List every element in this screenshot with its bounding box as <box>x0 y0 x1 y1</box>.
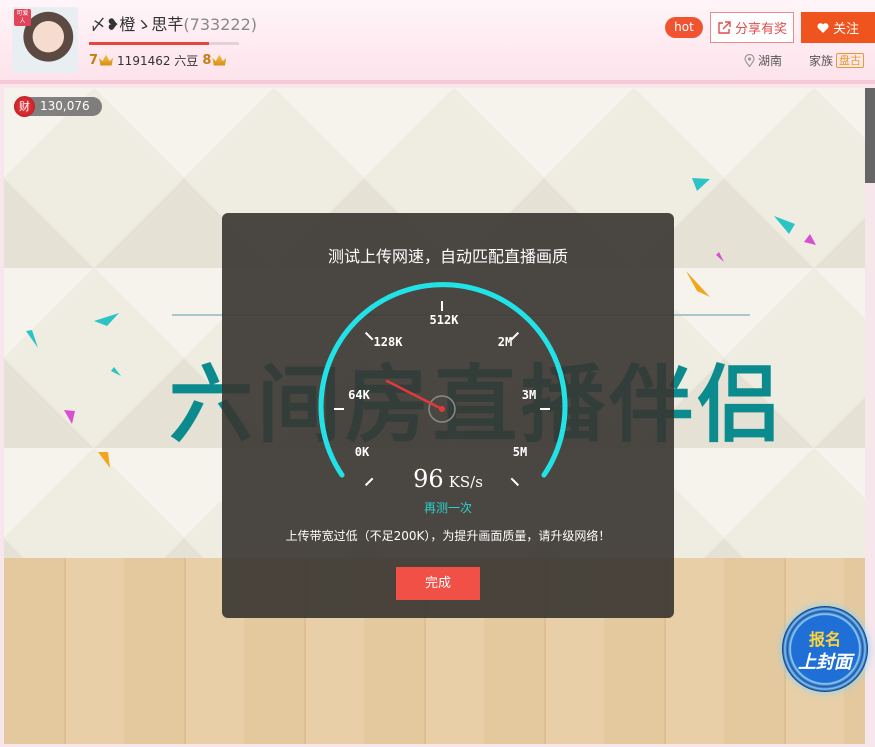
follow-button[interactable]: 关注 <box>801 12 875 43</box>
speed-test-dialog: 测试上传网速，自动匹配直播画质 0K 64K 128K 512K 2M 3M 5… <box>222 213 674 618</box>
anchor-location: 湖南 <box>744 52 782 69</box>
anchor-name[interactable]: 〆❥橙ゝ思芊(733222) <box>90 11 257 35</box>
level-progress-fill <box>89 42 209 45</box>
anchor-nickname: 〆❥橙ゝ思芊 <box>90 15 184 34</box>
share-icon <box>718 20 731 34</box>
gauge-label-5m: 5M <box>513 445 527 459</box>
level-progress-bar <box>89 42 239 45</box>
gauge-label-64k: 64K <box>348 388 370 402</box>
retest-link[interactable]: 再测一次 <box>222 499 674 516</box>
cover-badge-line2: 上封面 <box>798 652 852 673</box>
gauge-label-0k: 0K <box>355 445 370 459</box>
done-button[interactable]: 完成 <box>396 567 480 600</box>
gauge-needle-pivot <box>439 406 445 412</box>
gauge-label-512k: 512K <box>430 313 460 327</box>
beans-count: 1191462 六豆 <box>117 53 199 68</box>
wealth-value: 130,076 <box>40 99 90 113</box>
cover-badge-line1: 报名 <box>808 630 841 649</box>
level-row: 7 1191462 六豆 8 <box>89 50 230 70</box>
hot-badge: hot <box>665 17 703 38</box>
anchor-avatar[interactable]: 可爱人 <box>12 7 78 73</box>
speed-gauge: 0K 64K 128K 512K 2M 3M 5M <box>318 282 568 487</box>
anchor-level: 7 <box>89 52 99 68</box>
location-label: 湖南 <box>758 54 783 68</box>
gauge-tick <box>364 331 374 341</box>
speed-value: 96 <box>413 465 444 493</box>
gauge-label-128k: 128K <box>374 335 404 349</box>
gauge-tick <box>510 331 520 341</box>
family-info[interactable]: 家族 盘古 <box>809 52 865 69</box>
family-tag: 盘古 <box>836 53 865 68</box>
room-header: 可爱人 〆❥橙ゝ思芊(733222) 7 1191462 六豆 8 hot 分享… <box>0 0 875 84</box>
share-button[interactable]: 分享有奖 <box>710 12 794 43</box>
wealth-badge: 财 130,076 <box>14 96 102 117</box>
crown-icon <box>212 54 227 66</box>
avatar-badge: 可爱人 <box>14 9 31 26</box>
gauge-label-3m: 3M <box>522 388 536 402</box>
room-id: (733222) <box>183 15 257 34</box>
bandwidth-notice: 上传带宽过低（不足200K），为提升画面质量，请升级网络！ <box>285 529 611 543</box>
share-label: 分享有奖 <box>734 22 787 37</box>
gauge-needle <box>385 379 444 411</box>
rich-level: 8 <box>202 52 212 68</box>
crown-icon <box>99 54 114 66</box>
scrollbar-thumb[interactable] <box>865 88 875 183</box>
family-label: 家族 <box>809 54 834 68</box>
heart-icon <box>817 22 829 33</box>
apply-cover-badge[interactable]: 报名 上封面 <box>782 606 868 692</box>
gauge-label-2m: 2M <box>498 335 512 349</box>
wealth-icon: 财 <box>14 96 35 117</box>
speed-readout: 96 KS/s <box>222 465 674 493</box>
location-pin-icon <box>744 54 755 67</box>
follow-label: 关注 <box>832 22 859 37</box>
speed-unit: KS/s <box>448 473 483 491</box>
